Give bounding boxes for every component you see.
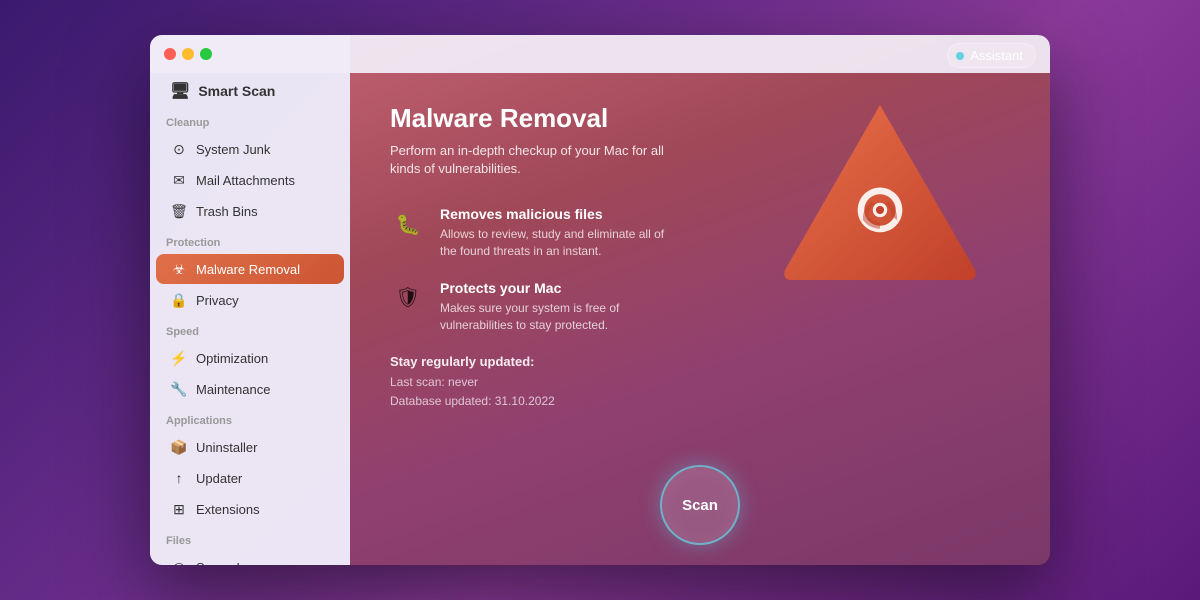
assistant-dot xyxy=(956,52,964,60)
uninstaller-icon: 📦 xyxy=(170,438,188,456)
privacy-label: Privacy xyxy=(196,293,239,308)
sidebar-item-space-lens[interactable]: ◎ Space Lens xyxy=(156,552,344,565)
sidebar-item-updater[interactable]: ↑ Updater xyxy=(156,463,344,493)
sidebar-item-uninstaller[interactable]: 📦 Uninstaller xyxy=(156,432,344,462)
sidebar-item-system-junk[interactable]: ⊙ System Junk xyxy=(156,134,344,164)
assistant-label: Assistant xyxy=(970,48,1023,63)
smart-scan-icon: 🖥 xyxy=(170,81,190,101)
main-panel: Assistant xyxy=(350,35,1050,565)
trash-bins-label: Trash Bins xyxy=(196,204,258,219)
titlebar xyxy=(150,35,1050,73)
maximize-button[interactable] xyxy=(200,48,212,60)
trash-icon: 🗑 xyxy=(170,202,188,220)
sidebar-item-smart-scan[interactable]: 🖥 Smart Scan xyxy=(156,73,344,107)
space-lens-label: Space Lens xyxy=(196,560,265,566)
extensions-label: Extensions xyxy=(196,502,260,517)
assistant-button[interactable]: Assistant xyxy=(947,43,1036,68)
minimize-button[interactable] xyxy=(182,48,194,60)
mail-attachments-label: Mail Attachments xyxy=(196,173,295,188)
scan-button[interactable]: Scan xyxy=(660,465,740,545)
privacy-icon: 🔒 xyxy=(170,291,188,309)
close-button[interactable] xyxy=(164,48,176,60)
optimization-icon: ⚡ xyxy=(170,349,188,367)
feature-removes-files: 🐛 Removes malicious files Allows to revi… xyxy=(390,206,1010,260)
feature-protects-desc: Makes sure your system is free of vulner… xyxy=(440,300,680,334)
section-label-cleanup: Cleanup xyxy=(150,107,350,133)
sidebar: 🖥 Smart Scan Cleanup ⊙ System Junk ✉ Mai… xyxy=(150,35,350,565)
last-scan-info: Last scan: never xyxy=(390,373,1010,392)
space-lens-icon: ◎ xyxy=(170,558,188,565)
section-label-applications: Applications xyxy=(150,405,350,431)
smart-scan-label: Smart Scan xyxy=(198,83,275,99)
section-label-speed: Speed xyxy=(150,316,350,342)
sidebar-item-optimization[interactable]: ⚡ Optimization xyxy=(156,343,344,373)
updater-icon: ↑ xyxy=(170,469,188,487)
maintenance-label: Maintenance xyxy=(196,382,270,397)
sidebar-item-malware-removal[interactable]: ☣ Malware Removal xyxy=(156,254,344,284)
shield-icon: 🛡 xyxy=(390,280,426,316)
traffic-lights xyxy=(164,48,212,60)
maintenance-icon: 🔧 xyxy=(170,380,188,398)
stay-updated-title: Stay regularly updated: xyxy=(390,354,1010,369)
scan-button-container: Scan xyxy=(350,465,1050,565)
updater-label: Updater xyxy=(196,471,242,486)
sidebar-item-privacy[interactable]: 🔒 Privacy xyxy=(156,285,344,315)
optimization-label: Optimization xyxy=(196,351,268,366)
system-junk-icon: ⊙ xyxy=(170,140,188,158)
mail-icon: ✉ xyxy=(170,171,188,189)
section-label-files: Files xyxy=(150,525,350,551)
section-label-protection: Protection xyxy=(150,227,350,253)
bug-icon: 🐛 xyxy=(390,206,426,242)
app-window: 🖥 Smart Scan Cleanup ⊙ System Junk ✉ Mai… xyxy=(150,35,1050,565)
page-subtitle: Perform an in-depth checkup of your Mac … xyxy=(390,142,670,178)
page-title: Malware Removal xyxy=(390,103,1010,134)
feature-protects-text: Protects your Mac Makes sure your system… xyxy=(440,280,680,334)
sidebar-item-extensions[interactable]: ⊞ Extensions xyxy=(156,494,344,524)
feature-protects-mac: 🛡 Protects your Mac Makes sure your syst… xyxy=(390,280,1010,334)
uninstaller-label: Uninstaller xyxy=(196,440,257,455)
feature-removes-desc: Allows to review, study and eliminate al… xyxy=(440,226,680,260)
sidebar-item-maintenance[interactable]: 🔧 Maintenance xyxy=(156,374,344,404)
main-content-area: Malware Removal Perform an in-depth chec… xyxy=(350,73,1050,441)
sidebar-item-trash-bins[interactable]: 🗑 Trash Bins xyxy=(156,196,344,226)
feature-removes-title: Removes malicious files xyxy=(440,206,680,222)
system-junk-label: System Junk xyxy=(196,142,270,157)
feature-removes-text: Removes malicious files Allows to review… xyxy=(440,206,680,260)
sidebar-item-mail-attachments[interactable]: ✉ Mail Attachments xyxy=(156,165,344,195)
malware-icon: ☣ xyxy=(170,260,188,278)
database-updated-info: Database updated: 31.10.2022 xyxy=(390,392,1010,411)
extensions-icon: ⊞ xyxy=(170,500,188,518)
stay-updated-section: Stay regularly updated: Last scan: never… xyxy=(390,354,1010,411)
malware-removal-label: Malware Removal xyxy=(196,262,300,277)
feature-protects-title: Protects your Mac xyxy=(440,280,680,296)
